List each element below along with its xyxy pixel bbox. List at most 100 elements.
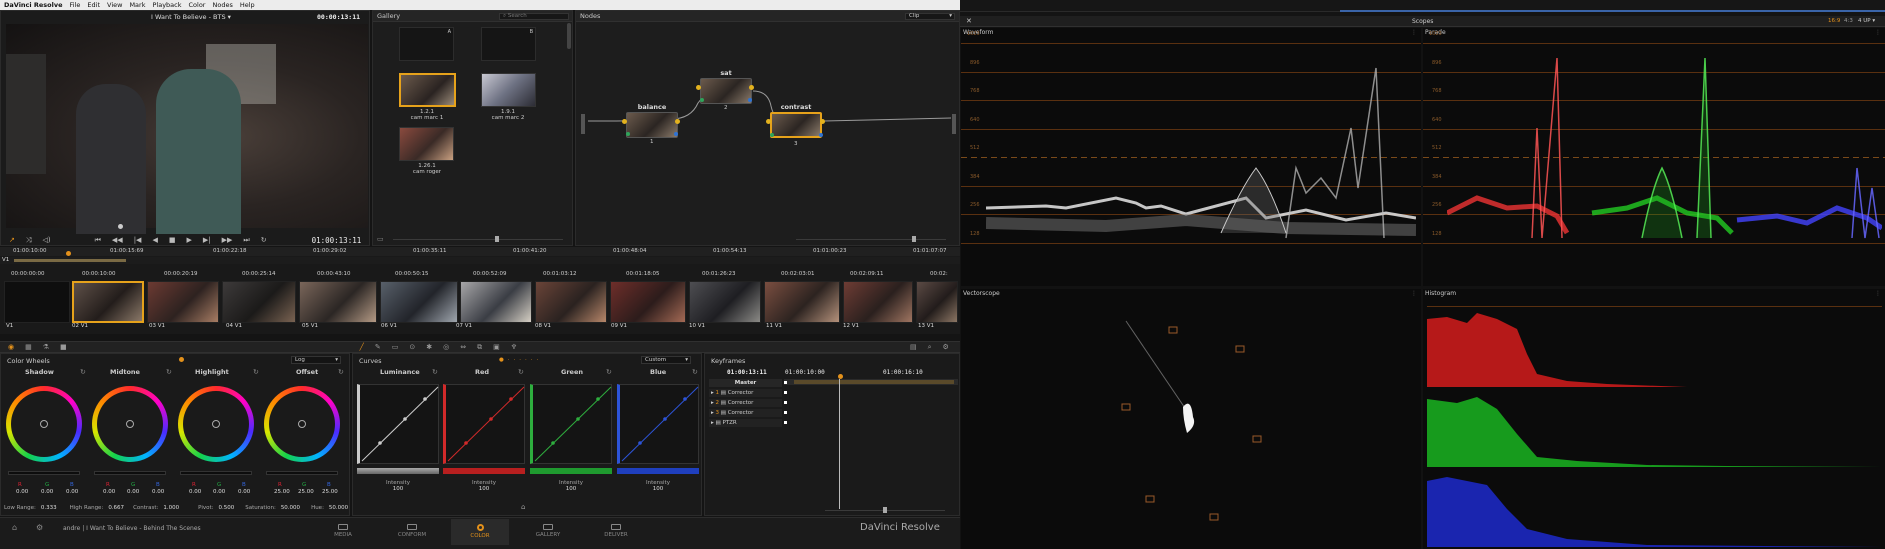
highlight-r-value[interactable]: 0.00 [189,489,201,495]
stereo-icon[interactable]: ⧉ [477,343,482,352]
reset-icon[interactable]: ↻ [606,368,612,376]
timeline-clip-10[interactable] [689,281,761,323]
keyframe-master-row[interactable]: Master [709,379,782,387]
parade-scope[interactable]: Parade ⋮ 1023 896 768 640 512 384 256 12… [1423,28,1885,286]
timeline-clip-08[interactable] [535,281,607,323]
volume-icon[interactable]: ◁) [42,236,50,244]
scope-options-icon[interactable]: ⋮ [1875,29,1881,36]
menu-color[interactable]: Color [189,1,206,9]
palette-toggle-icon[interactable]: ⌂ [521,503,525,511]
intensity-value[interactable]: 100 [469,486,499,492]
app-menu[interactable]: DaVinci Resolve [4,1,63,9]
shadow-b-value[interactable]: 0.00 [66,489,78,495]
node-input-dot[interactable] [622,119,627,124]
menu-playback[interactable]: Playback [152,1,181,9]
intensity-slider-red[interactable] [443,468,525,474]
blur-icon[interactable]: ✱ [426,343,432,351]
timeline-playhead[interactable] [66,251,71,256]
gear-icon[interactable]: ⚙ [36,523,43,532]
playhead-marker[interactable] [118,224,123,229]
lock-icon[interactable]: ▤ [721,410,726,416]
step-forward-icon[interactable]: ▶| [203,236,211,244]
loop-playback-icon[interactable]: ↻ [261,236,267,244]
raw-icon[interactable]: ⚗ [43,343,49,351]
timeline-clip-13[interactable] [916,281,958,323]
node-output-dot[interactable] [749,85,754,90]
reset-icon[interactable]: ↻ [518,368,524,376]
midtone-b-value[interactable]: 0.00 [152,489,164,495]
menu-nodes[interactable]: Nodes [212,1,232,9]
curve-point[interactable] [638,441,642,445]
waveform-scope[interactable]: Waveform ⋮ 1023 896 768 640 512 384 256 … [961,28,1421,286]
reset-icon[interactable]: ↻ [432,368,438,376]
loop-icon[interactable]: ⤨ [26,236,32,245]
tab-conform[interactable]: CONFORM [383,519,441,545]
lock-icon[interactable]: ▤ [721,390,726,396]
timeline-clip-07[interactable] [460,281,532,323]
curve-point[interactable] [596,397,600,401]
wheel-mode-select[interactable]: Log ▾ [291,356,341,364]
master-wheel-midtone[interactable] [94,471,166,475]
gallery-still-b[interactable]: B [481,27,536,61]
master-wheel-offset[interactable] [266,471,338,475]
node-output-dot[interactable] [820,119,825,124]
timeline-clip-02[interactable] [72,281,144,323]
gallery-search[interactable]: ⌕ Search [499,13,569,20]
curve-point[interactable] [551,441,555,445]
gallery-options-icon[interactable]: ▭ [377,235,384,243]
curve-point[interactable] [576,417,580,421]
video-frame[interactable] [6,24,368,234]
high-range-value[interactable]: 0.667 [108,505,124,513]
histogram-scope[interactable]: Histogram ⋮ [1423,289,1885,549]
curve-point[interactable] [683,397,687,401]
wheel-puck[interactable] [298,420,306,428]
tab-media[interactable]: MEDIA [314,519,372,545]
ratio-16-9-toggle[interactable]: 16:9 [1828,18,1840,24]
midtone-g-value[interactable]: 0.00 [127,489,139,495]
keyframe-track-3[interactable]: ▸ 3 ▤ Corrector [709,409,782,417]
intensity-slider-green[interactable] [530,468,612,474]
offset-r-value[interactable]: 25.00 [274,489,290,495]
gallery-zoom-slider[interactable] [393,239,563,240]
gallery-zoom-handle[interactable] [495,236,499,242]
wheel-offset[interactable] [264,386,340,462]
reverse-play-icon[interactable]: ◀ [152,236,157,244]
tab-deliver[interactable]: DELIVER [587,519,645,545]
node-key-output[interactable] [748,98,752,102]
shadow-g-value[interactable]: 0.00 [41,489,53,495]
wheel-highlight[interactable] [178,386,254,462]
wheel-puck[interactable] [40,420,48,428]
expand-icon[interactable]: ▸ [711,400,714,406]
node-key-input[interactable] [626,132,630,136]
menu-file[interactable]: File [70,1,81,9]
audio-icon[interactable]: ♆ [511,343,517,351]
reset-icon[interactable]: ↻ [80,368,86,376]
node-key-input[interactable] [770,133,774,137]
node-contrast[interactable] [770,112,822,138]
gallery-item-cam-marc-1[interactable] [399,73,456,107]
fast-forward-icon[interactable]: ▶▶ [222,236,233,244]
expand-icon[interactable]: ▸ [711,420,714,426]
node-balance[interactable] [626,112,678,138]
node-input-dot[interactable] [696,85,701,90]
motion-icon[interactable]: ▣ [493,343,500,351]
node-zoom-slider[interactable] [796,239,946,240]
menu-mark[interactable]: Mark [129,1,145,9]
pointer-icon[interactable]: ↗ [9,236,15,244]
curve-point[interactable] [378,441,382,445]
keyframe-zoom-handle[interactable] [883,507,887,513]
intensity-slider-luminance[interactable] [357,468,439,474]
keyframe-marker[interactable] [784,401,787,404]
lock-icon[interactable]: ▤ [721,400,726,406]
highlight-g-value[interactable]: 0.00 [213,489,225,495]
reset-icon[interactable]: ↻ [338,368,344,376]
camera-icon[interactable]: ■ [60,343,67,351]
master-wheel-shadow[interactable] [8,471,80,475]
keyframe-marker[interactable] [784,411,787,414]
primaries-bars-icon[interactable]: ▦ [25,343,32,351]
offset-g-value[interactable]: 25.00 [298,489,314,495]
curve-editor-blue[interactable] [617,384,699,464]
vectorscope-scope[interactable]: Vectorscope ⋮ [961,289,1421,549]
curves-tab-icon[interactable]: ╱ [360,343,364,351]
window-icon[interactable]: ▭ [392,343,399,351]
